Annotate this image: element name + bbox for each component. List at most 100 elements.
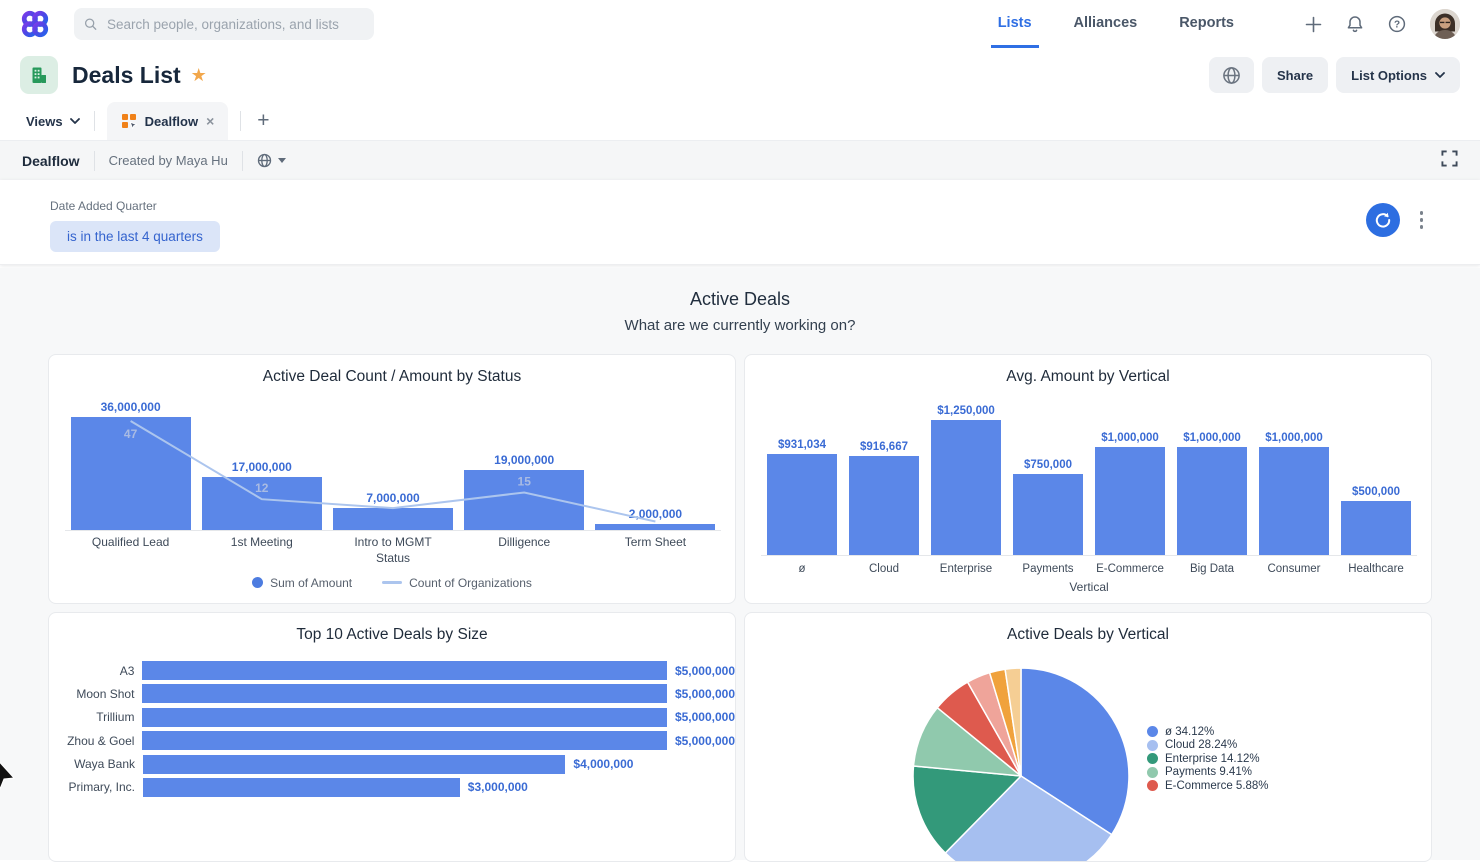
combo-legend: Sum of Amount Count of Organizations (49, 576, 735, 590)
view-visibility-dropdown[interactable] (257, 153, 286, 168)
chart-title: Avg. Amount by Vertical (745, 368, 1431, 386)
header-actions: Share List Options (1209, 57, 1460, 93)
svg-text:?: ? (1394, 20, 1400, 31)
chart-title: Active Deals by Vertical (745, 626, 1431, 644)
page-header: Deals List ★ Share List Options (0, 48, 1480, 102)
legend-item[interactable]: Sum of Amount (252, 576, 352, 590)
legend-line-swatch (382, 581, 402, 584)
search-input[interactable] (105, 16, 364, 33)
more-options-button[interactable] (1415, 206, 1429, 234)
refresh-button[interactable] (1366, 203, 1400, 237)
pie-chart (745, 645, 1432, 862)
bar-column: $931,034 (761, 401, 843, 555)
add-view-button[interactable]: + (257, 109, 269, 133)
legend-dot (1147, 740, 1158, 751)
nav-alliances[interactable]: Alliances (1067, 0, 1145, 48)
legend-item[interactable]: Cloud 28.24% (1147, 739, 1269, 753)
legend-item[interactable]: Payments 9.41% (1147, 766, 1269, 780)
combo-xaxis-label: Status (65, 551, 721, 565)
x-tick-label: Cloud (843, 563, 925, 575)
legend-item[interactable]: ø 34.12% (1147, 725, 1269, 739)
x-tick-label: Dilligence (459, 535, 590, 549)
bar-column: $750,000 (1007, 401, 1089, 555)
vbar-plot: $931,034$916,667$1,250,000$750,000$1,000… (761, 401, 1417, 556)
bar-column: $1,000,000 (1089, 401, 1171, 555)
add-button[interactable] (1305, 16, 1322, 33)
top-nav: Lists Alliances Reports ? (977, 0, 1460, 48)
notifications-button[interactable] (1346, 15, 1364, 33)
vbar-xaxis-label: Vertical (761, 580, 1417, 594)
avatar-image (1430, 9, 1460, 39)
bar-column: 36,000,000 (65, 398, 196, 530)
x-tick-label: Consumer (1253, 563, 1335, 575)
legend-dot (1147, 767, 1158, 778)
vbar-xticks: øCloudEnterprisePaymentsE-CommerceBig Da… (761, 563, 1417, 575)
views-label: Views (26, 114, 63, 129)
bar-column: $1,000,000 (1171, 401, 1253, 555)
view-name: Dealflow (22, 153, 80, 169)
x-tick-label: E-Commerce (1089, 563, 1171, 575)
pie-slice (937, 682, 1021, 776)
star-icon[interactable]: ★ (191, 65, 207, 86)
x-tick-label: Qualified Lead (65, 535, 196, 549)
legend-dot (1147, 726, 1158, 737)
dashboard-icon (121, 113, 137, 129)
hbar-row: Primary, Inc.$3,000,000 (49, 778, 735, 797)
user-avatar[interactable] (1430, 9, 1460, 39)
list-options-label: List Options (1351, 68, 1427, 83)
hbar-row: Trillium$5,000,000 (49, 708, 735, 727)
refresh-icon (1374, 211, 1392, 229)
affinity-logo-icon[interactable] (20, 9, 50, 39)
tab-dealflow[interactable]: Dealflow × (107, 102, 229, 140)
views-dropdown[interactable]: Views (12, 114, 94, 129)
filter-bar: Date Added Quarter is in the last 4 quar… (0, 180, 1480, 265)
bar-column: 2,000,000 (590, 398, 721, 530)
chart-card-status-combo: Active Deal Count / Amount by Status 36,… (48, 354, 736, 604)
help-icon: ? (1388, 15, 1406, 33)
x-tick-label: Term Sheet (590, 535, 721, 549)
pie-slice (1005, 668, 1021, 776)
divider (94, 151, 95, 171)
chart-title: Top 10 Active Deals by Size (49, 626, 735, 644)
legend-item[interactable]: Count of Organizations (382, 576, 532, 590)
pie-slice (1021, 668, 1129, 835)
topbar: Lists Alliances Reports ? (0, 0, 1480, 48)
list-options-button[interactable]: List Options (1336, 57, 1460, 93)
fullscreen-button[interactable] (1441, 150, 1458, 172)
divider (94, 111, 95, 131)
share-button[interactable]: Share (1262, 57, 1328, 93)
bar-column: $1,000,000 (1253, 401, 1335, 555)
bar-column: $916,667 (843, 401, 925, 555)
pie-slice (913, 766, 1021, 853)
nav-lists[interactable]: Lists (991, 0, 1039, 48)
globe-icon (257, 153, 272, 168)
close-icon[interactable]: × (206, 113, 214, 129)
nav-reports[interactable]: Reports (1172, 0, 1241, 48)
hbar-row: A3$5,000,000 (49, 661, 735, 680)
bar-column: $1,250,000 (925, 401, 1007, 555)
hbar-plot: A3$5,000,000Moon Shot$5,000,000Trillium$… (49, 661, 735, 801)
chart-card-top-deals: Top 10 Active Deals by Size A3$5,000,000… (48, 612, 736, 862)
legend-item[interactable]: E-Commerce 5.88% (1147, 779, 1269, 793)
share-visibility-button[interactable] (1209, 57, 1254, 93)
section-title: Active Deals (0, 268, 1480, 310)
filter-actions (1366, 203, 1429, 237)
fullscreen-icon (1441, 150, 1458, 167)
views-tab-bar: Views Dealflow × + (0, 102, 1480, 140)
filter-chip[interactable]: is in the last 4 quarters (50, 221, 220, 252)
bar-column: 19,000,000 (459, 398, 590, 530)
pie-slice (914, 708, 1022, 776)
bell-icon (1346, 15, 1364, 33)
help-button[interactable]: ? (1388, 15, 1406, 33)
pie-slice (990, 669, 1021, 776)
bar-column: $500,000 (1335, 401, 1417, 555)
pie-slice (968, 673, 1021, 776)
bar-column: 17,000,000 (196, 398, 327, 530)
global-search[interactable] (74, 8, 374, 40)
dashboard-content: Active Deals What are we currently worki… (0, 268, 1480, 860)
x-tick-label: 1st Meeting (196, 535, 327, 549)
x-tick-label: Payments (1007, 563, 1089, 575)
legend-item[interactable]: Enterprise 14.12% (1147, 752, 1269, 766)
x-tick-label: ø (761, 563, 843, 575)
x-tick-label: Healthcare (1335, 563, 1417, 575)
